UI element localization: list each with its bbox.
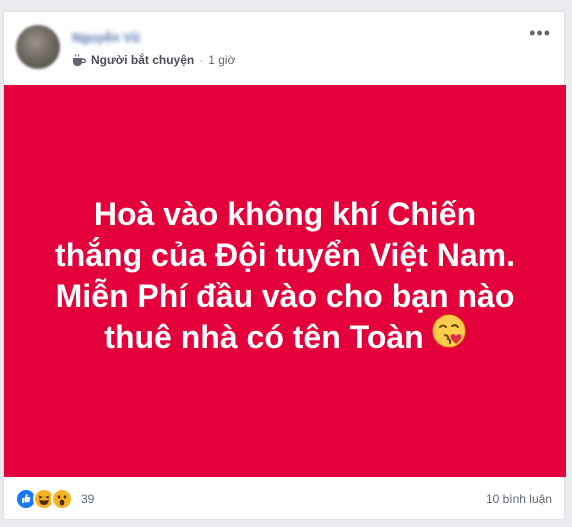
meta-separator: · bbox=[199, 53, 204, 67]
reaction-count[interactable]: 39 bbox=[81, 492, 94, 506]
comments-count-link[interactable]: 10 bình luận bbox=[486, 492, 552, 506]
post-text-line: Miễn Phí đầu vào cho bạn nào bbox=[55, 277, 515, 314]
post-header: Nguyễn Vũ Người bắt chuyện · 1 giờ ••• bbox=[4, 12, 564, 84]
post-text-line: thuê nhà có tên Toàn bbox=[104, 318, 424, 355]
wow-icon bbox=[51, 488, 73, 510]
post-meta: Người bắt chuyện · 1 giờ bbox=[71, 53, 235, 67]
reactions-summary[interactable]: 39 bbox=[15, 488, 94, 510]
post-text-line: thắng của Đội tuyển Việt Nam. bbox=[55, 236, 515, 273]
post-text: Hoà vào không khí Chiến thắng của Đội tu… bbox=[55, 194, 515, 359]
more-options-button[interactable]: ••• bbox=[529, 24, 551, 42]
avatar[interactable] bbox=[16, 25, 60, 69]
post-timestamp[interactable]: 1 giờ bbox=[208, 53, 235, 67]
badge-label[interactable]: Người bắt chuyện bbox=[91, 53, 194, 67]
kissing-heart-emoji-icon bbox=[432, 314, 466, 358]
post-image-background[interactable]: Hoà vào không khí Chiến thắng của Đội tu… bbox=[4, 85, 566, 477]
post-text-line-last: thuê nhà có tên Toàn bbox=[55, 314, 515, 359]
post-card: Nguyễn Vũ Người bắt chuyện · 1 giờ ••• H… bbox=[3, 11, 566, 521]
post-text-line: Hoà vào không khí Chiến bbox=[93, 195, 477, 232]
post-footer: 39 10 bình luận bbox=[4, 477, 564, 521]
author-name[interactable]: Nguyễn Vũ bbox=[72, 31, 154, 45]
coffee-cup-icon bbox=[71, 53, 86, 67]
